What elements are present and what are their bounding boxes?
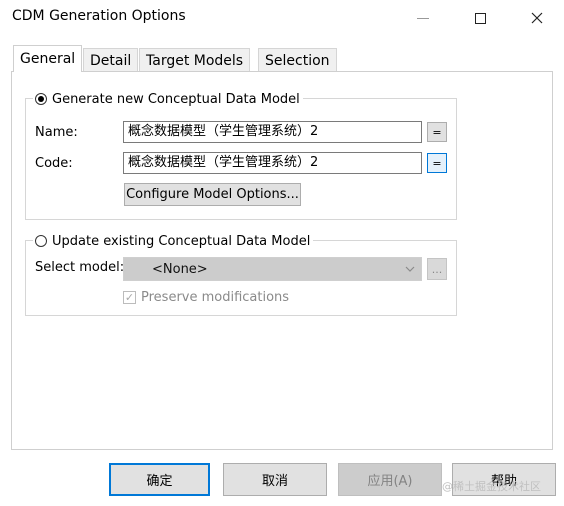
generate-new-label: Generate new Conceptual Data Model [52,91,300,107]
tab-detail[interactable]: Detail [83,48,139,72]
close-button[interactable] [520,6,554,30]
maximize-icon [474,12,486,24]
maximize-button[interactable] [463,6,497,30]
radio-unselected-icon [35,235,47,247]
window-title: CDM Generation Options [12,8,186,24]
name-input[interactable]: 概念数据模型（学生管理系统）2 [123,121,422,143]
watermark: @稀土掘金技术社区 [442,480,541,493]
preserve-modifications-checkbox[interactable]: ✓ Preserve modifications [123,290,289,305]
generate-new-radio[interactable]: Generate new Conceptual Data Model [33,90,303,108]
check-icon: ✓ [123,291,136,304]
configure-model-options-button[interactable]: Configure Model Options... [124,183,301,206]
browse-model-button[interactable]: ... [427,258,447,280]
tab-general[interactable]: General [13,45,83,72]
cancel-button[interactable]: 取消 [223,463,327,496]
minimize-icon [417,17,429,19]
code-equals-button[interactable]: = [427,153,447,173]
name-equals-button[interactable]: = [427,122,447,142]
preserve-modifications-label: Preserve modifications [141,290,290,305]
code-input[interactable]: 概念数据模型（学生管理系统）2 [123,152,422,174]
select-model-label: Select model: [35,260,125,275]
update-existing-label: Update existing Conceptual Data Model [52,233,311,249]
ok-button[interactable]: 确定 [109,463,210,496]
apply-button[interactable]: 应用(A) [338,463,442,496]
close-icon [531,12,543,24]
update-existing-radio[interactable]: Update existing Conceptual Data Model [33,232,314,250]
tab-selection[interactable]: Selection [258,48,337,72]
select-model-value: <None> [152,261,208,277]
name-label: Name: [35,125,78,140]
code-label: Code: [35,156,73,171]
select-model-dropdown[interactable]: <None> [123,257,422,281]
tab-target-models[interactable]: Target Models [139,48,251,72]
radio-selected-icon [35,93,47,105]
chevron-down-icon [405,266,415,272]
minimize-button[interactable] [406,6,440,30]
